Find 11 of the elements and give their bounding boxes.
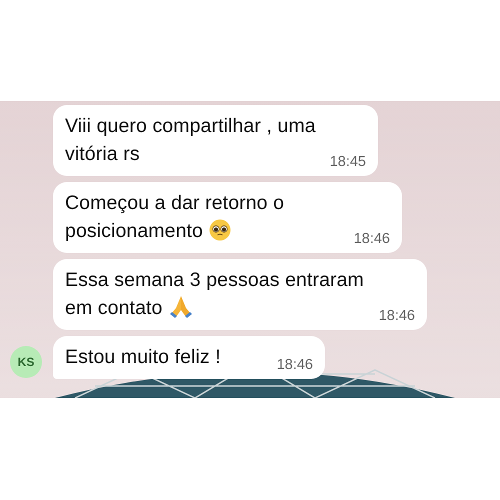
message-time: 18:46: [276, 357, 313, 373]
message-time: 18:46: [354, 231, 390, 247]
message-time: 18:46: [378, 308, 415, 324]
folded-hands-icon: [168, 294, 194, 318]
message-text: Começou a dar retorno o posicionamento: [65, 191, 286, 244]
pleading-face-icon: [209, 219, 231, 241]
message-text: Viii quero compartilhar , uma vitória rs: [65, 114, 317, 167]
message-text: Estou muito feliz !: [65, 345, 221, 370]
avatar[interactable]: KS: [10, 346, 42, 378]
message-time: 18:45: [330, 154, 366, 170]
message-text: Essa semana 3 pessoas entraram em contato: [65, 268, 365, 321]
